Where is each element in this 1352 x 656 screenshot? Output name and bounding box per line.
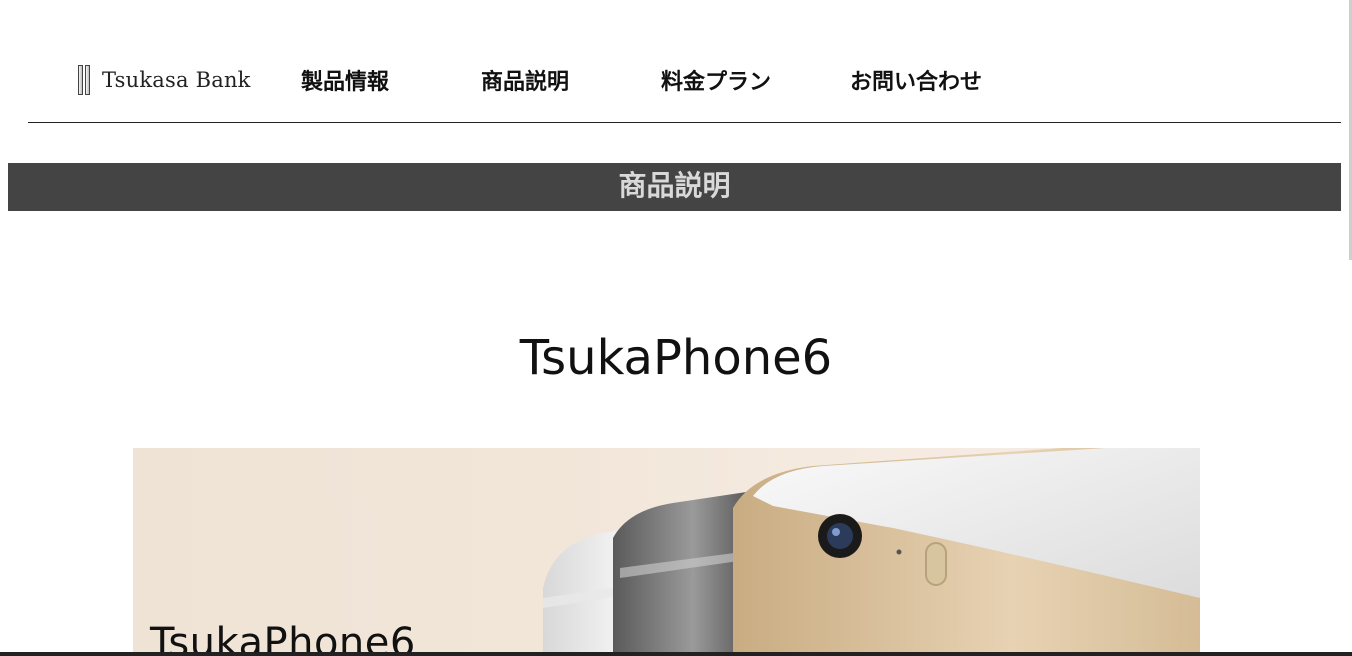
bottom-divider (0, 652, 1352, 656)
nav-item-description[interactable]: 商品説明 (481, 64, 569, 96)
hero-caption: TsukaPhone6 (150, 620, 416, 656)
logo-text: Tsukasa Bank (102, 68, 251, 92)
nav-item-contact[interactable]: お問い合わせ (850, 64, 982, 96)
nav-item-products[interactable]: 製品情報 (301, 64, 389, 96)
product-hero-image: TsukaPhone6 (133, 448, 1200, 656)
logo-icon (78, 65, 92, 95)
logo-link[interactable]: Tsukasa Bank (78, 64, 251, 96)
section-header-bar: 商品説明 (8, 163, 1341, 211)
product-title: TsukaPhone6 (519, 330, 833, 386)
page: Tsukasa Bank 製品情報 商品説明 料金プラン お問い合わせ 商品説明… (0, 0, 1352, 656)
section-title: 商品説明 (618, 170, 731, 201)
nav-item-pricing[interactable]: 料金プラン (661, 64, 771, 96)
site-header: Tsukasa Bank 製品情報 商品説明 料金プラン お問い合わせ (28, 0, 1341, 123)
